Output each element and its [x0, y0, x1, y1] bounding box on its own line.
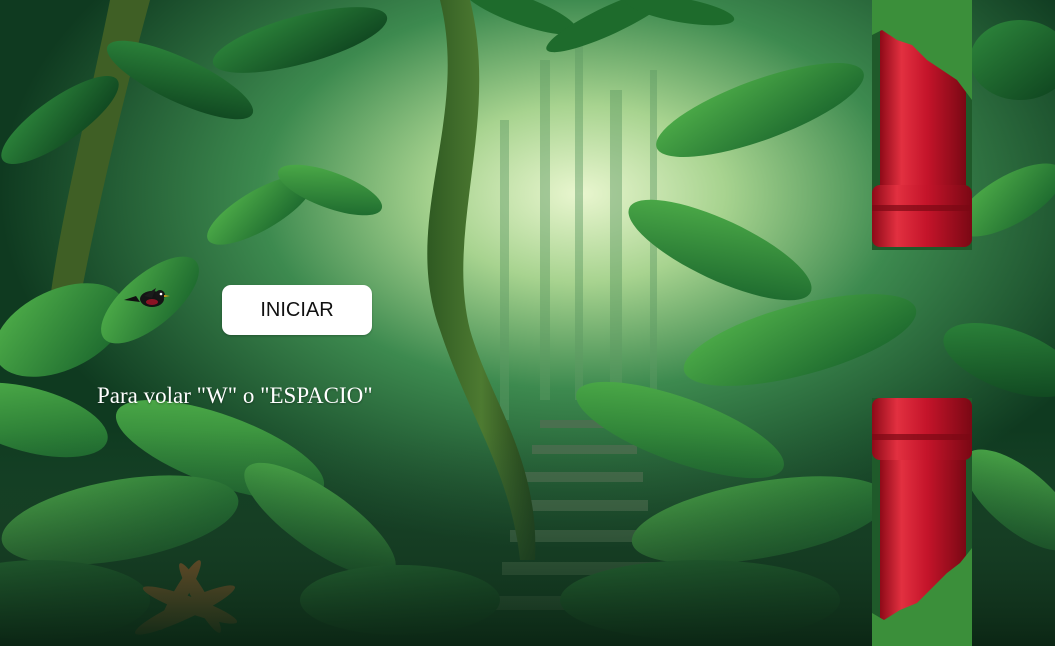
- instructions-text: Para volar "W" o "ESPACIO": [97, 383, 373, 408]
- bird-icon: [124, 288, 170, 307]
- top-pipe-obstacle: [872, 0, 972, 250]
- game-canvas[interactable]: INICIAR Para volar "W" o "ESPACIO": [0, 0, 1055, 646]
- bottom-pipe-obstacle: [872, 398, 972, 646]
- start-button[interactable]: INICIAR: [222, 285, 372, 335]
